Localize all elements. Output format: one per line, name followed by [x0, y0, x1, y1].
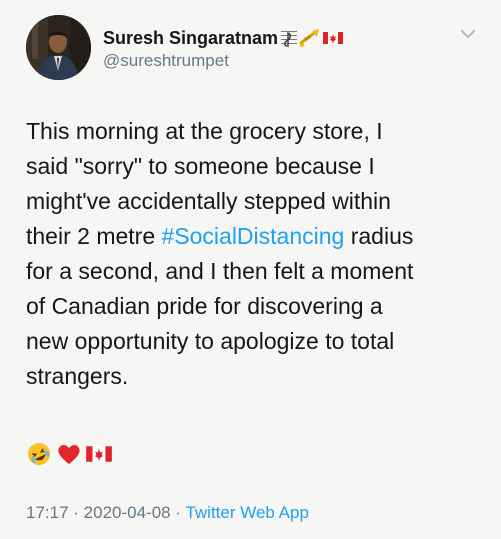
tweet-text-line: This morning at the grocery store, I — [26, 114, 486, 149]
red-heart-icon — [58, 445, 80, 464]
separator: · — [170, 503, 186, 522]
handle[interactable]: @sureshtrumpet — [103, 51, 229, 71]
tweet-text-line: might've accidentally stepped within — [26, 184, 486, 219]
text-segment: of Canadian pride for discovering a — [26, 293, 383, 319]
text-segment: for a second, and I then felt a moment — [26, 258, 414, 284]
rofl-icon — [28, 443, 50, 465]
tweet-card: Suresh Singaratnam @sureshtrumpet This m… — [0, 0, 501, 539]
reaction-emoji-row — [26, 440, 112, 468]
text-segment: might've accidentally stepped within — [26, 188, 391, 214]
avatar-photo — [26, 15, 91, 80]
text-segment: their 2 metre — [26, 223, 162, 249]
tweet-text-line: new opportunity to apologize to total — [26, 324, 486, 359]
tweet-date[interactable]: 2020-04-08 — [84, 503, 171, 522]
tweet-text-line: said "sorry" to someone because I — [26, 149, 486, 184]
tweet-time[interactable]: 17:17 — [26, 503, 69, 522]
tweet-text: This morning at the grocery store, I sai… — [26, 114, 486, 394]
text-segment: said "sorry" to someone because I — [26, 153, 375, 179]
music-score-icon — [281, 31, 298, 47]
name-row[interactable]: Suresh Singaratnam — [103, 27, 344, 49]
text-segment: radius — [344, 223, 414, 249]
tweet-meta: 17:17 · 2020-04-08 · Twitter Web App — [26, 503, 309, 523]
tweet-text-line: their 2 metre #SocialDistancing radius — [26, 219, 486, 254]
tweet-text-line: strangers. — [26, 359, 486, 394]
chevron-down-icon[interactable] — [460, 28, 476, 40]
display-name[interactable]: Suresh Singaratnam — [103, 28, 278, 49]
name-emoji-group — [281, 28, 344, 48]
tweet-text-line: of Canadian pride for discovering a — [26, 289, 486, 324]
text-segment: strangers. — [26, 363, 129, 389]
separator: · — [68, 503, 84, 522]
source-link[interactable]: Twitter Web App — [185, 503, 308, 522]
text-segment: new opportunity to apologize to total — [26, 328, 395, 354]
canada-flag-icon — [323, 32, 344, 44]
text-segment: This morning at the grocery store, I — [26, 118, 383, 144]
avatar[interactable] — [26, 15, 91, 80]
trumpet-icon — [299, 29, 320, 47]
canada-flag-icon — [86, 446, 112, 462]
tweet-text-line: for a second, and I then felt a moment — [26, 254, 486, 289]
hashtag-link[interactable]: #SocialDistancing — [162, 223, 345, 249]
